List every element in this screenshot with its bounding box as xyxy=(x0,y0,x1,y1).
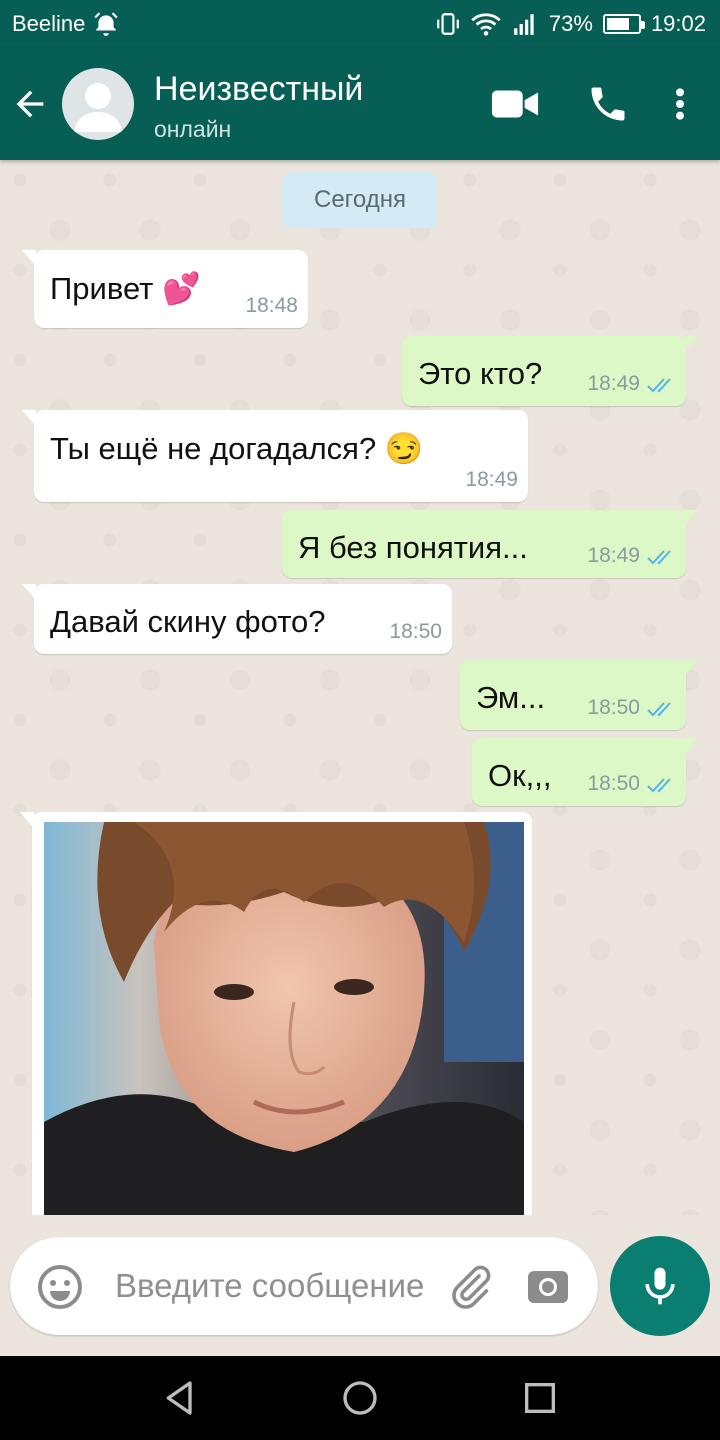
nav-home-icon[interactable] xyxy=(340,1378,380,1418)
read-ticks-icon xyxy=(647,550,671,565)
system-nav-bar xyxy=(0,1356,720,1440)
back-arrow-icon[interactable] xyxy=(10,84,50,124)
read-ticks-icon xyxy=(647,378,671,393)
message-incoming[interactable]: Привет 💕 18:48 xyxy=(22,250,308,328)
battery-fill xyxy=(606,18,629,30)
message-text: Привет 💕 xyxy=(50,271,201,306)
read-ticks-icon xyxy=(647,778,671,793)
message-time: 18:48 xyxy=(245,294,298,317)
battery-icon xyxy=(602,14,645,34)
message-time: 18:49 xyxy=(587,372,640,395)
carrier-label: Beeline xyxy=(12,11,86,36)
clock: 19:02 xyxy=(650,11,706,36)
chat-area[interactable]: Сегодня Привет 💕 18:48 Это кто? 18:49 Ты… xyxy=(0,160,720,1215)
emoji-icon[interactable] xyxy=(36,1263,84,1311)
message-text: Ок,,, xyxy=(488,758,552,793)
read-ticks-icon xyxy=(647,702,671,717)
video-call-icon[interactable] xyxy=(490,84,540,124)
default-avatar-icon xyxy=(74,83,122,132)
selfie-photo xyxy=(44,822,524,1215)
contact-name[interactable]: Неизвестный xyxy=(154,70,363,109)
battery-percent: 73% xyxy=(548,11,593,36)
nav-back-icon[interactable] xyxy=(160,1378,200,1418)
nav-recents-icon[interactable] xyxy=(520,1378,560,1418)
alarm-icon xyxy=(94,12,118,36)
message-time: 18:50 xyxy=(587,696,640,719)
message-input[interactable]: Введите сообщение xyxy=(115,1267,424,1305)
photo-image[interactable] xyxy=(44,822,524,1215)
more-vert-icon[interactable] xyxy=(664,84,696,124)
camera-icon[interactable] xyxy=(524,1263,572,1311)
message-composer[interactable]: Введите сообщение xyxy=(10,1237,598,1335)
message-time: 18:49 xyxy=(465,468,518,491)
message-text: Эм... xyxy=(476,680,546,715)
vibrate-icon xyxy=(437,13,459,35)
message-photo[interactable] xyxy=(20,812,532,1215)
avatar[interactable] xyxy=(62,68,134,140)
message-text: Давай скину фото? xyxy=(50,604,326,639)
message-text: Ты ещё не догадался? 😏 xyxy=(50,431,424,466)
message-incoming[interactable]: Ты ещё не догадался? 😏 18:49 xyxy=(22,410,528,502)
wifi-icon xyxy=(471,13,501,36)
message-outgoing[interactable]: Эм... 18:50 xyxy=(460,660,698,730)
attach-icon[interactable] xyxy=(446,1263,494,1311)
message-time: 18:49 xyxy=(587,544,640,567)
message-outgoing[interactable]: Ок,,, 18:50 xyxy=(472,738,698,806)
date-divider: Сегодня xyxy=(282,172,438,228)
message-time: 18:50 xyxy=(587,772,640,795)
message-time: 18:50 xyxy=(389,620,442,643)
message-outgoing[interactable]: Я без понятия... 18:49 xyxy=(282,510,698,578)
phone-icon[interactable] xyxy=(586,82,630,126)
message-incoming[interactable]: Давай скину фото? 18:50 xyxy=(22,584,452,654)
status-bar: Beeline 73% 19:02 xyxy=(0,0,720,48)
message-outgoing[interactable]: Это кто? 18:49 xyxy=(402,336,698,406)
message-text: Я без понятия... xyxy=(298,530,528,565)
mic-button[interactable] xyxy=(610,1236,710,1336)
signal-icon xyxy=(514,14,534,35)
mic-icon xyxy=(645,1267,675,1305)
message-text: Это кто? xyxy=(418,356,543,391)
contact-status: онлайн xyxy=(154,116,232,142)
chat-header: Неизвестный онлайн xyxy=(0,48,720,160)
